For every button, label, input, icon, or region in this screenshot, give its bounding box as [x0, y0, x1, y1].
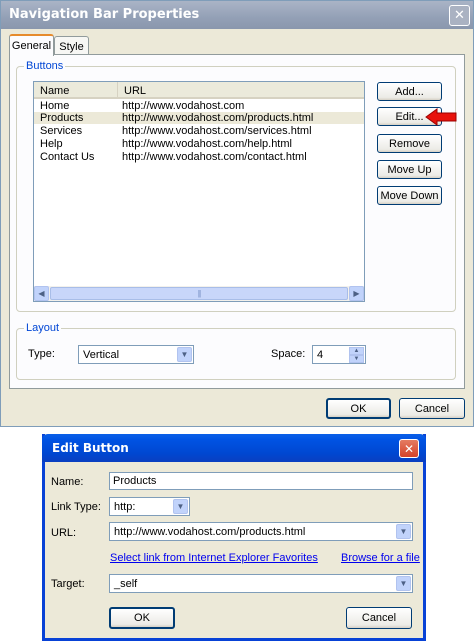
spin-up-icon[interactable]: ▲	[349, 347, 364, 355]
close-icon[interactable]: ✕	[399, 439, 419, 458]
ok-button[interactable]: OK	[109, 607, 175, 629]
arrow-right-icon[interactable]: ▶	[349, 286, 364, 301]
horizontal-scrollbar[interactable]: ◀ ||| ▶	[34, 286, 364, 301]
space-stepper[interactable]: 4 ▲ ▼	[312, 345, 366, 364]
cancel-button[interactable]: Cancel	[399, 398, 465, 419]
chevron-down-icon[interactable]: ▼	[396, 576, 411, 591]
url-value: http://www.vodahost.com/products.html	[114, 526, 306, 538]
url-label: URL:	[51, 527, 77, 539]
row-name: Help	[40, 138, 63, 150]
row-name: Contact Us	[40, 151, 95, 163]
list-row[interactable]: Help http://www.vodahost.com/help.html	[34, 138, 364, 150]
name-value: Products	[113, 475, 157, 487]
buttons-group-legend: Buttons	[24, 60, 66, 72]
name-label: Name:	[51, 476, 84, 488]
browse-file-link[interactable]: Browse for a file	[341, 552, 420, 564]
arrow-left-icon[interactable]: ◀	[34, 286, 49, 301]
row-url: http://www.vodahost.com/contact.html	[122, 151, 307, 163]
target-select[interactable]: _self ▼	[109, 574, 413, 593]
tab-general[interactable]: General	[9, 34, 54, 56]
type-label: Type:	[28, 348, 55, 360]
link-type-label: Link Type:	[51, 501, 101, 513]
list-row-selected[interactable]: Products http://www.vodahost.com/product…	[34, 112, 364, 124]
row-url: http://www.vodahost.com	[122, 100, 245, 112]
list-row[interactable]: Home http://www.vodahost.com	[34, 100, 364, 112]
type-select[interactable]: Vertical ▼	[78, 345, 194, 364]
move-up-button[interactable]: Move Up	[377, 160, 442, 179]
space-label: Space:	[271, 348, 306, 360]
row-url: http://www.vodahost.com/help.html	[122, 138, 292, 150]
close-icon[interactable]: ✕	[449, 5, 470, 26]
scrollbar-thumb[interactable]: |||	[50, 287, 348, 300]
list-header: Name URL	[34, 82, 364, 99]
space-value: 4	[317, 349, 324, 361]
link-type-value: http:	[114, 501, 136, 513]
remove-button[interactable]: Remove	[377, 134, 442, 153]
column-header-name[interactable]: Name	[34, 82, 118, 99]
list-row[interactable]: Contact Us http://www.vodahost.com/conta…	[34, 151, 364, 163]
row-name: Services	[40, 125, 83, 137]
row-name: Products	[40, 112, 84, 124]
target-label: Target:	[51, 578, 85, 590]
cancel-button[interactable]: Cancel	[346, 607, 412, 629]
url-combo[interactable]: http://www.vodahost.com/products.html ▼	[109, 522, 413, 541]
target-value: _self	[114, 578, 138, 590]
row-url: http://www.vodahost.com/products.html	[122, 112, 314, 124]
add-button[interactable]: Add...	[377, 82, 442, 101]
red-arrow-icon	[425, 108, 457, 126]
title-bar[interactable]: Edit Button ✕	[42, 434, 426, 462]
chevron-down-icon[interactable]: ▼	[396, 524, 411, 539]
list-row[interactable]: Services http://www.vodahost.com/service…	[34, 125, 364, 137]
chevron-down-icon[interactable]: ▼	[173, 499, 188, 514]
ok-button[interactable]: OK	[326, 398, 391, 419]
column-header-url[interactable]: URL	[118, 82, 364, 99]
window-title: Navigation Bar Properties	[9, 7, 200, 22]
dialog-title: Edit Button	[52, 441, 129, 455]
row-url: http://www.vodahost.com/services.html	[122, 125, 312, 137]
type-value: Vertical	[83, 349, 120, 361]
title-bar[interactable]: Navigation Bar Properties ✕	[1, 1, 473, 29]
spin-down-icon[interactable]: ▼	[349, 355, 364, 363]
row-name: Home	[40, 100, 70, 112]
layout-group-legend: Layout	[24, 322, 62, 334]
chevron-down-icon[interactable]: ▼	[177, 347, 192, 362]
favorites-link[interactable]: Select link from Internet Explorer Favor…	[110, 552, 318, 564]
name-input[interactable]: Products	[109, 472, 413, 490]
tab-style[interactable]: Style	[54, 36, 89, 56]
link-type-select[interactable]: http: ▼	[109, 497, 190, 516]
move-down-button[interactable]: Move Down	[377, 186, 442, 205]
